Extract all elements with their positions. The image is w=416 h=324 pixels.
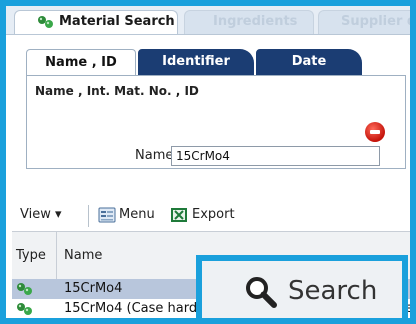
tab-supplier-data-label: Supplier da — [341, 14, 416, 29]
material-icon — [17, 283, 32, 295]
app-frame: Material Search Ingredients Supplier da … — [0, 0, 416, 324]
tab-material-search-label: Material Search — [59, 14, 175, 29]
toolbar-divider — [88, 205, 89, 227]
subtab-identifier-label: Identifier — [162, 54, 230, 69]
subtab-identifier[interactable]: Identifier — [138, 49, 254, 75]
column-divider — [56, 232, 57, 280]
top-tab-bar: Material Search Ingredients Supplier da — [6, 6, 410, 34]
subtab-name-id[interactable]: Name , ID — [26, 49, 136, 75]
search-icon — [246, 277, 277, 308]
panel-title: Name , Int. Mat. No. , ID — [35, 84, 199, 98]
column-header-type[interactable]: Type — [16, 248, 46, 263]
name-input[interactable] — [171, 146, 380, 166]
material-icon — [38, 16, 53, 28]
tab-supplier-data[interactable]: Supplier da — [318, 10, 416, 34]
search-button[interactable]: Search — [196, 255, 408, 318]
tab-ingredients-label: Ingredients — [213, 14, 298, 29]
view-menu-button[interactable]: View ▾ — [20, 207, 62, 222]
column-header-name[interactable]: Name — [64, 248, 102, 263]
results-toolbar: View ▾ Menu Export — [6, 203, 410, 229]
subtab-name-id-label: Name , ID — [45, 55, 117, 70]
main-content: Name , ID Identifier Date Name , Int. Ma… — [6, 34, 410, 318]
name-label: Name — [135, 148, 174, 163]
menu-icon[interactable] — [98, 207, 116, 223]
search-button-body: Search — [202, 261, 402, 318]
export-button[interactable]: Export — [192, 207, 235, 222]
tab-ingredients[interactable]: Ingredients — [184, 10, 314, 34]
subtab-date-label: Date — [291, 54, 327, 69]
remove-icon[interactable] — [365, 122, 385, 142]
search-criteria-tabs: Name , ID Identifier Date — [20, 49, 410, 75]
search-button-label: Search — [288, 276, 378, 306]
row-name-cell: 15CrMo4 — [64, 281, 123, 296]
excel-export-icon[interactable] — [170, 207, 188, 223]
tab-material-search[interactable]: Material Search — [14, 10, 178, 34]
menu-button[interactable]: Menu — [119, 207, 155, 222]
criteria-panel: Name , Int. Mat. No. , ID Name — [26, 75, 406, 169]
material-icon — [17, 303, 32, 315]
subtab-date[interactable]: Date — [256, 49, 362, 75]
